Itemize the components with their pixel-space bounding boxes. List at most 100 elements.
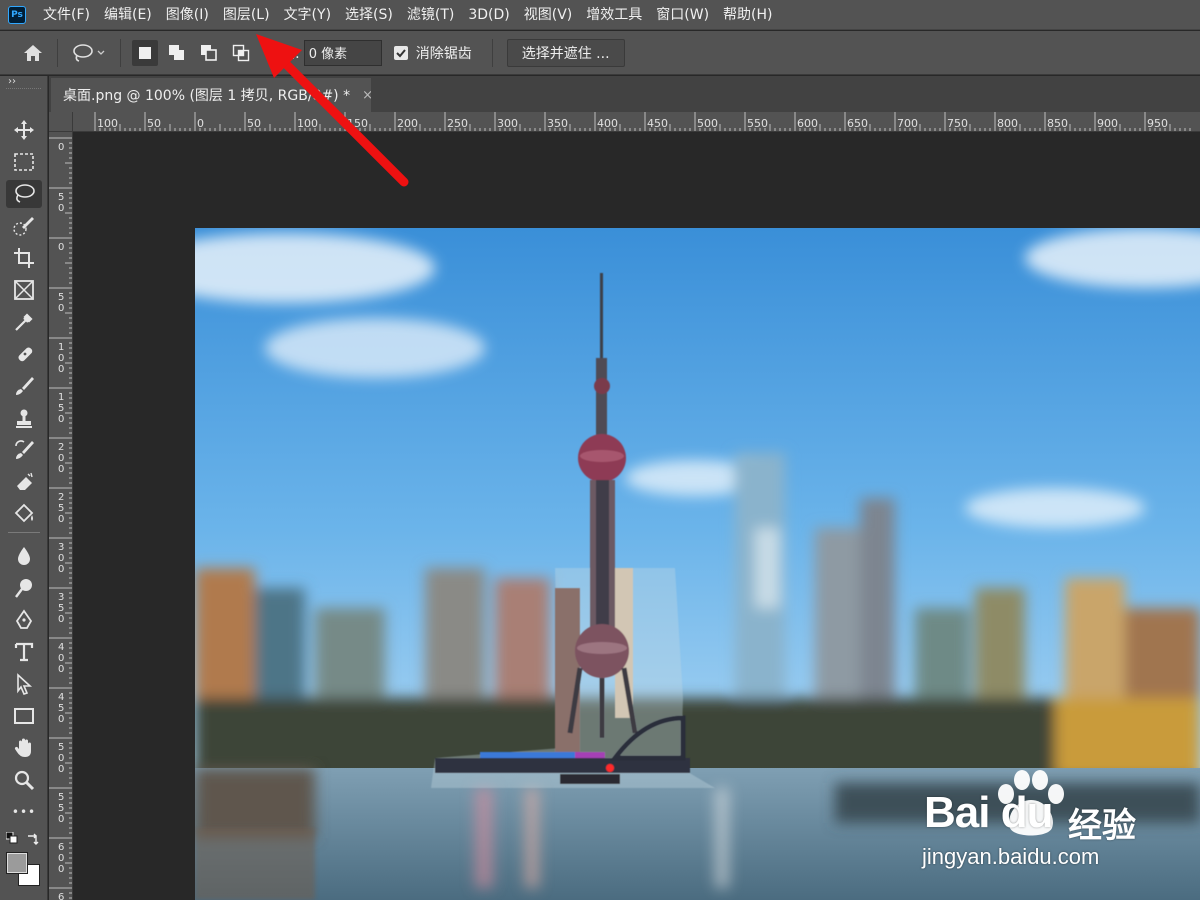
default-colors-icon[interactable] — [6, 832, 18, 844]
ruler-label: 0 — [58, 864, 64, 875]
quick-selection-icon — [13, 217, 34, 236]
panel-grip[interactable] — [6, 88, 41, 96]
crop-tool[interactable] — [6, 244, 42, 272]
path-selection-tool[interactable] — [6, 670, 42, 698]
swap-colors-icon[interactable] — [26, 832, 40, 846]
ruler-label: 3 — [58, 592, 64, 603]
ruler-label: 0 — [58, 414, 64, 425]
select-and-mask-button[interactable]: 选择并遮住 ... — [506, 38, 625, 67]
antialias-checkbox[interactable] — [393, 45, 408, 60]
ruler-label: 900 — [1097, 117, 1118, 130]
stamp-icon — [16, 409, 32, 428]
antialias-label: 消除锯齿 — [415, 45, 472, 62]
ruler-label: 500 — [697, 117, 718, 130]
ruler-label: 600 — [797, 117, 818, 130]
hand-tool[interactable] — [6, 734, 42, 762]
menu-select[interactable]: 选择(S) — [338, 0, 400, 30]
new-selection-button[interactable] — [132, 39, 158, 66]
move-tool[interactable] — [6, 116, 42, 144]
ruler-label: 5 — [58, 192, 64, 203]
ruler-label: 450 — [647, 117, 668, 130]
collapse-panel-button[interactable]: ›› — [0, 76, 47, 88]
zoom-tool[interactable] — [6, 766, 42, 794]
droplet-icon — [18, 547, 30, 565]
menu-edit[interactable]: 编辑(E) — [97, 0, 159, 30]
marquee-tool[interactable] — [6, 148, 42, 176]
menu-image[interactable]: 图像(I) — [159, 0, 216, 30]
ruler-label: 6 — [58, 842, 64, 853]
frame-tool[interactable] — [6, 276, 42, 304]
menu-type[interactable]: 文字(Y) — [277, 0, 338, 30]
healing-brush-tool[interactable] — [6, 340, 42, 368]
ruler-label: 6 — [58, 892, 64, 900]
ruler-label: 5 — [58, 803, 64, 814]
ruler-label: 750 — [947, 117, 968, 130]
ruler-label: 5 — [58, 742, 64, 753]
ruler-label: 0 — [58, 653, 64, 664]
canvas-area[interactable] — [74, 132, 1200, 900]
rectangle-tool[interactable] — [6, 702, 42, 730]
ruler-label: 0 — [58, 142, 64, 153]
document-tab-bar: 桌面.png @ 100% (图层 1 拷贝, RGB/8#) * × — [49, 76, 1200, 112]
paint-bucket-tool[interactable] — [6, 500, 42, 528]
dodge-tool[interactable] — [6, 574, 42, 602]
menu-layer[interactable]: 图层(L) — [216, 0, 277, 30]
subtract-selection-icon — [201, 44, 217, 61]
ruler-label: 4 — [58, 642, 64, 653]
subtract-from-selection-button[interactable] — [196, 40, 222, 66]
add-to-selection-button[interactable] — [164, 40, 190, 66]
ruler-label: 250 — [447, 117, 468, 130]
ruler-label: 700 — [897, 117, 918, 130]
paint-bucket-icon — [14, 503, 34, 523]
menu-view[interactable]: 视图(V) — [517, 0, 580, 30]
lasso-tool[interactable] — [6, 180, 42, 208]
eyedropper-tool[interactable] — [6, 308, 42, 336]
horizontal-ruler-ticks: 100 50 0 50 100 150 200 250 300 350 400 450 500 550 60… — [94, 112, 1191, 131]
eyedropper-icon — [15, 313, 33, 331]
quick-selection-tool[interactable] — [6, 212, 42, 240]
more-tools-button[interactable]: ••• — [6, 798, 42, 826]
vertical-ruler[interactable]: 0500501001502002503003504004505005506006… — [49, 132, 73, 900]
ruler-label: 0 — [58, 614, 64, 625]
brush-tool[interactable] — [6, 372, 42, 400]
feather-input[interactable]: 0 像素 — [303, 39, 382, 66]
intersect-selection-icon — [232, 44, 250, 61]
menu-filter[interactable]: 滤镜(T) — [400, 0, 461, 30]
brush-icon — [16, 377, 34, 395]
menu-help[interactable]: 帮助(H) — [716, 0, 779, 30]
rectangular-marquee-icon — [14, 153, 34, 171]
type-tool[interactable] — [6, 638, 42, 666]
home-button[interactable] — [20, 40, 46, 66]
vertical-ruler-ticks: 0500501001502002503003504004505005506006… — [49, 137, 72, 900]
close-icon[interactable]: × — [362, 88, 371, 103]
options-bar: 羽化: 0 像素 消除锯齿 选择并遮住 ... — [0, 31, 1200, 75]
bandage-icon — [18, 347, 33, 362]
menu-bar: Ps 文件(F) 编辑(E) 图像(I) 图层(L) 文字(Y) 选择(S) 滤… — [0, 0, 1200, 30]
foreground-color-swatch[interactable] — [6, 852, 28, 874]
ruler-label: 0 — [58, 753, 64, 764]
history-brush-icon — [15, 440, 34, 459]
menu-window[interactable]: 窗口(W) — [649, 0, 716, 30]
ruler-label: 1 — [58, 392, 64, 403]
pen-tool[interactable] — [6, 606, 42, 634]
ruler-label: 100 — [97, 117, 118, 130]
ruler-label: 1 — [58, 342, 64, 353]
document-tab[interactable]: 桌面.png @ 100% (图层 1 拷贝, RGB/8#) * × — [51, 78, 371, 112]
ruler-origin[interactable] — [49, 112, 73, 132]
intersect-selection-button[interactable] — [228, 40, 254, 66]
document-image[interactable] — [195, 228, 1200, 900]
menu-plugins[interactable]: 增效工具 — [579, 0, 649, 30]
ruler-label: 100 — [297, 117, 318, 130]
menu-file[interactable]: 文件(F) — [36, 0, 97, 30]
menu-3d[interactable]: 3D(D) — [461, 0, 516, 30]
history-brush-tool[interactable] — [6, 436, 42, 464]
horizontal-ruler[interactable]: 100 50 0 50 100 150 200 250 300 350 400 450 500 550 60… — [73, 112, 1200, 132]
blur-tool[interactable] — [6, 542, 42, 570]
clone-stamp-tool[interactable] — [6, 404, 42, 432]
ruler-label: 2 — [58, 492, 64, 503]
eraser-tool[interactable] — [6, 468, 42, 496]
ruler-label: 850 — [1047, 117, 1068, 130]
ruler-label: 0 — [58, 764, 64, 775]
tool-preset-picker[interactable] — [69, 40, 109, 66]
ruler-label: 5 — [58, 703, 64, 714]
